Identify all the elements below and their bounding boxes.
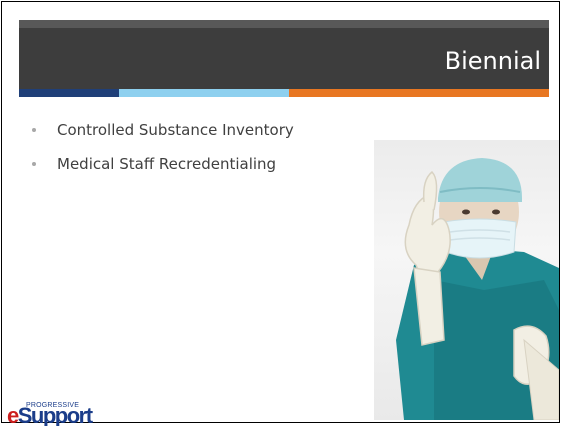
bullet-text: Medical Staff Recredentialing bbox=[57, 155, 277, 173]
accent-stripes bbox=[19, 89, 549, 97]
logo-letter-e: e bbox=[7, 403, 19, 426]
bullet-list: Controlled Substance Inventory Medical S… bbox=[30, 120, 294, 188]
title-bar: Biennial bbox=[19, 20, 549, 89]
stripe-navy bbox=[19, 89, 119, 97]
bullet-text: Controlled Substance Inventory bbox=[57, 121, 294, 139]
photo-surgeon-with-glove bbox=[396, 158, 559, 420]
bullet-dot-icon bbox=[32, 128, 36, 132]
stripe-orange bbox=[289, 89, 549, 97]
bullet-dot-icon bbox=[32, 162, 36, 166]
bullet-item: Medical Staff Recredentialing bbox=[30, 154, 294, 174]
esupport-logo: PROGRESSIVE eSupport bbox=[4, 401, 99, 426]
logo-wordmark: eSupport bbox=[7, 403, 93, 426]
stripe-light-blue bbox=[119, 89, 289, 97]
logo-main-text: Support bbox=[17, 403, 93, 426]
slide: Biennial Controlled Substance Inventory … bbox=[0, 0, 563, 426]
slide-title: Biennial bbox=[444, 47, 541, 75]
surgeon-photo bbox=[374, 140, 559, 420]
bullet-item: Controlled Substance Inventory bbox=[30, 120, 294, 140]
